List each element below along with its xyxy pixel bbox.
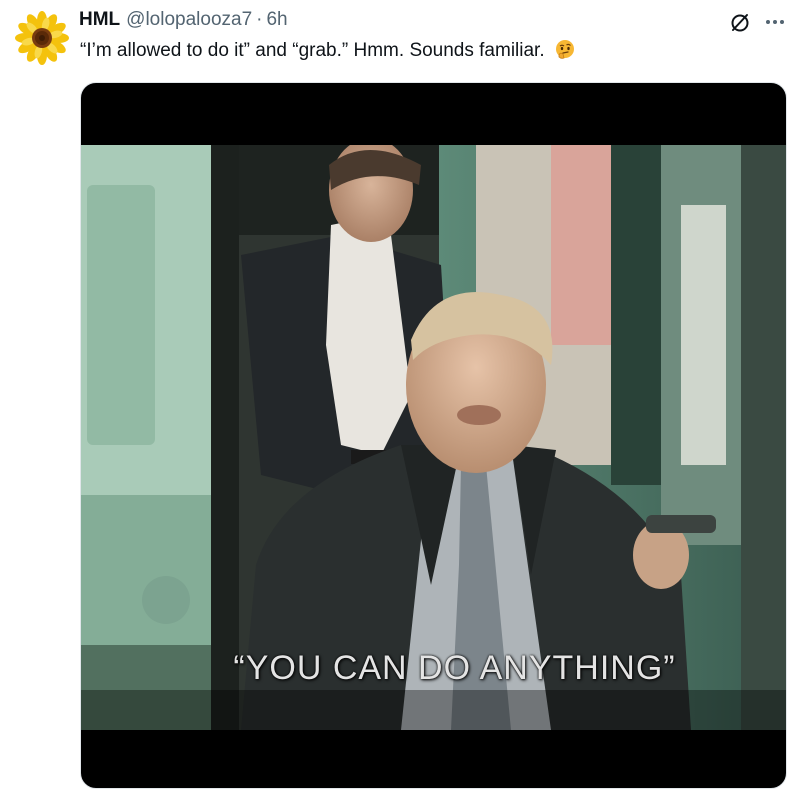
tweet[interactable]: HML @lolopalooza7 · 6h “I’m allowed to d… bbox=[0, 0, 800, 801]
more-horizontal-icon[interactable] bbox=[764, 14, 786, 30]
tweet-header: HML @lolopalooza7 · 6h bbox=[79, 8, 800, 32]
video-still-image bbox=[81, 145, 786, 730]
tweet-text: “I’m allowed to do it” and “grab.” Hmm. … bbox=[80, 38, 780, 64]
tweet-body: “I’m allowed to do it” and “grab.” Hmm. … bbox=[80, 40, 545, 61]
tweet-media-video[interactable]: “YOU CAN DO ANYTHING” bbox=[80, 82, 787, 789]
author-handle[interactable]: @lolopalooza7 bbox=[126, 9, 252, 31]
author-name[interactable]: HML bbox=[79, 9, 120, 31]
tweet-timestamp[interactable]: 6h bbox=[266, 9, 287, 31]
separator-dot: · bbox=[256, 9, 263, 30]
video-caption: “YOU CAN DO ANYTHING” bbox=[233, 649, 676, 687]
video-frame bbox=[81, 145, 786, 730]
thinking-face-emoji-icon bbox=[555, 40, 574, 59]
sunflower-icon bbox=[15, 11, 69, 65]
avatar[interactable] bbox=[14, 10, 70, 66]
grok-slash-circle-icon[interactable] bbox=[728, 10, 752, 34]
